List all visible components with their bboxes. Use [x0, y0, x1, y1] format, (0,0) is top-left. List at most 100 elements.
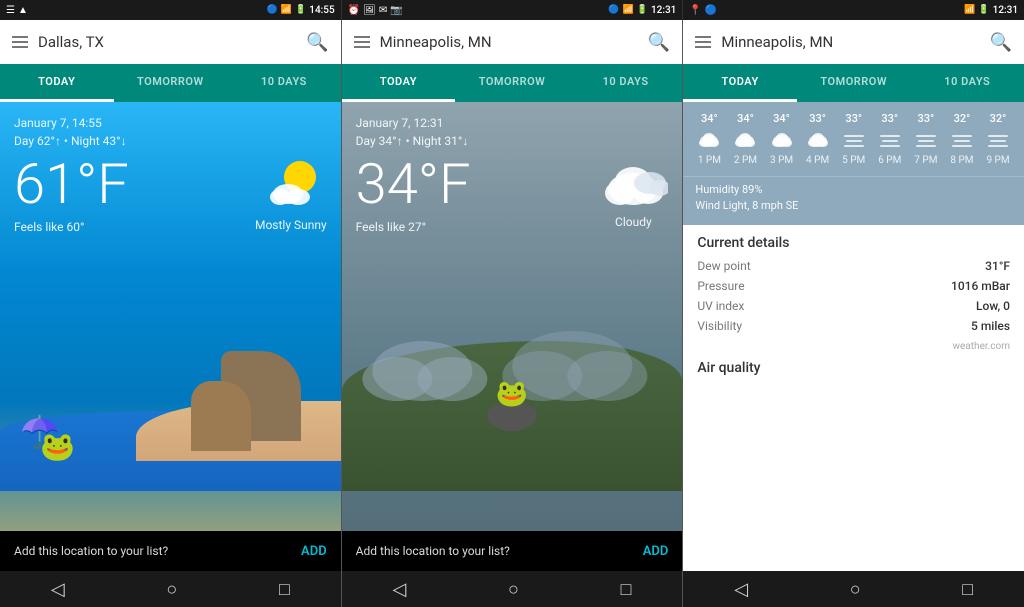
hourly-icon-4	[842, 131, 866, 149]
status-right-icons-2: 🔵 📶 🔋 12:31	[608, 5, 676, 16]
search-icon-3[interactable]: 🔍	[990, 32, 1012, 53]
nav-bar-1: ◁ ○ □	[0, 571, 341, 607]
add-button-2[interactable]: ADD	[643, 544, 669, 559]
details-section: Current details Dew point 31°F Pressure 101…	[683, 225, 1024, 571]
hamburger-icon-3[interactable]	[695, 36, 711, 48]
hourly-item-8: 32° 9 PM	[980, 112, 1016, 166]
panel-minneapolis-details: Minneapolis, MN 🔍 TODAY TOMORROW 10 DAYS…	[683, 20, 1024, 607]
home-icon-1[interactable]: ○	[166, 579, 177, 600]
hourly-time-3: 4 PM	[806, 155, 829, 166]
status-left-icons-2: ⏰ 🖼 ✉ 📷	[348, 5, 403, 16]
status-bar-3: 📍 🔵 📶 🔋 12:31	[682, 0, 1024, 20]
hourly-icon-1	[733, 131, 757, 149]
detail-row-3: Visibility5 miles	[697, 319, 1010, 333]
recent-icon-2[interactable]: □	[621, 579, 632, 600]
tab-10days-1[interactable]: 10 DAYS	[227, 64, 341, 102]
status-left-icons-1: ☰ ▲	[6, 5, 28, 16]
nav-bar-2: ◁ ○ □	[342, 571, 683, 607]
tab-today-1[interactable]: TODAY	[0, 64, 114, 102]
hourly-icon-7	[950, 131, 974, 149]
hamburger-icon-1[interactable]	[12, 36, 28, 48]
detail-value-2: Low, 0	[976, 299, 1010, 313]
search-bar-1: Dallas, TX 🔍	[0, 20, 341, 64]
detail-value-3: 5 miles	[971, 319, 1010, 333]
tabs-1: TODAY TOMORROW 10 DAYS	[0, 64, 341, 102]
humidity-row: Humidity 89%	[695, 183, 1012, 196]
detail-label-2: UV index	[697, 299, 744, 313]
tabs-3: TODAY TOMORROW 10 DAYS	[683, 64, 1024, 102]
weather-panel-cloudy: January 7, 12:31 Day 34°↑ • Night 31°↓ 3…	[342, 102, 683, 531]
beach-scene: ☂️ 🐸	[0, 311, 341, 491]
hourly-temp-7: 32°	[954, 112, 971, 125]
city-name-2: Minneapolis, MN	[380, 33, 638, 51]
home-icon-2[interactable]: ○	[508, 579, 519, 600]
forest-scene: 🐸	[342, 311, 683, 491]
bottom-bar-2: Add this location to your list? ADD	[342, 531, 683, 571]
detail-value-0: 31°F	[985, 259, 1010, 273]
recent-icon-3[interactable]: □	[962, 579, 973, 600]
home-icon-3[interactable]: ○	[850, 579, 861, 600]
search-icon-2[interactable]: 🔍	[648, 32, 670, 53]
tab-tomorrow-1[interactable]: TOMORROW	[114, 64, 228, 102]
panel-dallas: Dallas, TX 🔍 TODAY TOMORROW 10 DAYS Janu…	[0, 20, 342, 607]
air-quality-title: Air quality	[697, 360, 1010, 376]
hourly-temp-6: 33°	[917, 112, 934, 125]
weather-daynight-1: Day 62°↑ • Night 43°↓	[14, 134, 327, 148]
hourly-time-8: 9 PM	[986, 155, 1009, 166]
tab-tomorrow-3[interactable]: TOMORROW	[797, 64, 911, 102]
tab-tomorrow-2[interactable]: TOMORROW	[455, 64, 569, 102]
hamburger-icon-2[interactable]	[354, 36, 370, 48]
weather-desc-2: Cloudy	[615, 215, 652, 229]
hourly-icon-0	[697, 131, 721, 149]
detail-label-0: Dew point	[697, 259, 750, 273]
tab-10days-3[interactable]: 10 DAYS	[910, 64, 1024, 102]
cliff-2	[191, 381, 251, 451]
search-bar-2: Minneapolis, MN 🔍	[342, 20, 683, 64]
hourly-temp-0: 34°	[701, 112, 718, 125]
tab-10days-2[interactable]: 10 DAYS	[569, 64, 683, 102]
hourly-item-5: 33° 6 PM	[872, 112, 908, 166]
status-right-icons-1: 🔵 📶 🔋 14:55	[267, 5, 335, 16]
status-time-2: 12:31	[651, 5, 676, 16]
status-time-3: 12:31	[993, 5, 1018, 16]
detail-value-1: 1016 mBar	[951, 279, 1010, 293]
weather-date-1: January 7, 14:55	[14, 116, 327, 130]
nav-bar-3: ◁ ○ □	[683, 571, 1024, 607]
temp-2: 34°F	[356, 156, 471, 212]
hourly-item-7: 32° 8 PM	[944, 112, 980, 166]
search-icon-1[interactable]: 🔍	[306, 32, 328, 53]
main-content: Dallas, TX 🔍 TODAY TOMORROW 10 DAYS Janu…	[0, 20, 1024, 607]
hourly-time-2: 3 PM	[770, 155, 793, 166]
weather-date-2: January 7, 12:31	[356, 116, 669, 130]
feels-like-1: Feels like 60°	[14, 220, 129, 234]
hourly-temp-3: 33°	[809, 112, 826, 125]
hourly-item-1: 34° 2 PM	[727, 112, 763, 166]
details-rows: Dew point 31°F Pressure 1016 mBar UV index Lo…	[697, 259, 1010, 333]
weather-com-label: weather.com	[697, 341, 1010, 352]
feels-like-2: Feels like 27°	[356, 220, 471, 234]
recent-icon-1[interactable]: □	[279, 579, 290, 600]
hourly-item-2: 34° 3 PM	[764, 112, 800, 166]
hourly-temp-4: 33°	[845, 112, 862, 125]
hourly-temp-2: 34°	[773, 112, 790, 125]
hourly-time-0: 1 PM	[698, 155, 721, 166]
back-icon-1[interactable]: ◁	[51, 579, 65, 600]
tab-today-2[interactable]: TODAY	[342, 64, 456, 102]
bottom-bar-text-2: Add this location to your list?	[356, 544, 510, 558]
hourly-scroll: 34° 1 PM34° 2 PM34° 3 PM33° 4 PM33° 5 PM…	[683, 102, 1024, 176]
back-icon-3[interactable]: ◁	[734, 579, 748, 600]
back-icon-2[interactable]: ◁	[393, 579, 407, 600]
weather-desc-1: Mostly Sunny	[255, 218, 327, 232]
frog-icon-2: 🐸	[496, 379, 528, 409]
tab-today-3[interactable]: TODAY	[683, 64, 797, 102]
hourly-item-6: 33° 7 PM	[908, 112, 944, 166]
detail-label-1: Pressure	[697, 279, 744, 293]
hourly-icon-5	[878, 131, 902, 149]
current-details-title: Current details	[697, 235, 1010, 251]
detail-row-0: Dew point 31°F	[697, 259, 1010, 273]
hourly-item-3: 33° 4 PM	[800, 112, 836, 166]
hourly-temp-5: 33°	[881, 112, 898, 125]
add-button-1[interactable]: ADD	[301, 544, 327, 559]
status-right-icons-3: 📶 🔋 12:31	[964, 5, 1018, 16]
hourly-temp-8: 32°	[990, 112, 1007, 125]
